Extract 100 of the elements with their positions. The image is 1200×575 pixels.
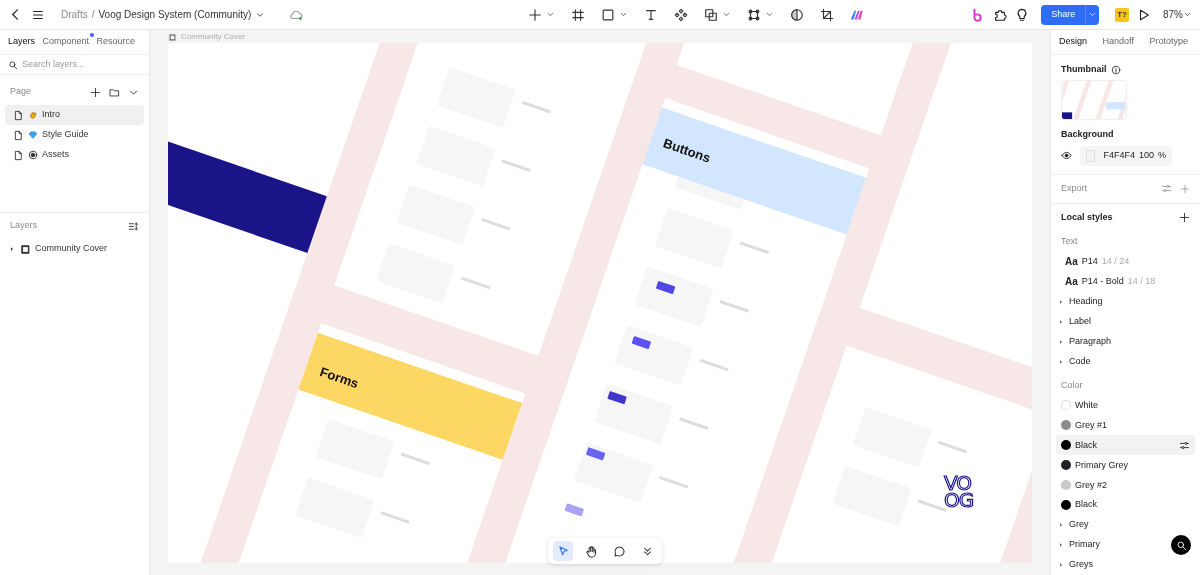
color-style-item[interactable]: Grey #2 [1056,475,1195,496]
type-sample: Aa [1065,255,1078,270]
color-style-item[interactable]: Primary Grey [1056,455,1195,476]
opacity-unit: % [1158,149,1166,163]
rectangle-tool-icon[interactable] [601,7,616,22]
group-name: Heading [1069,294,1103,308]
info-icon[interactable] [1110,64,1121,75]
color-name: Black [1075,438,1097,452]
page-icon [13,149,24,161]
style-group[interactable]: Grey [1051,515,1200,536]
page-icon [13,129,24,141]
style-group[interactable]: Greys [1051,555,1200,575]
panel-tab[interactable]: Layers [8,35,35,49]
page-item[interactable]: Intro [5,105,144,125]
component-tool-icon[interactable] [674,7,689,22]
button-preview [585,447,606,461]
group-name: Greys [1069,558,1093,572]
comment-tool-icon [612,544,626,558]
panel-tab[interactable]: Prototype [1149,35,1188,49]
caret-icon[interactable] [722,10,732,19]
group-name: Label [1069,314,1092,328]
search-button[interactable] [1171,535,1191,555]
puzzle-icon[interactable] [993,7,1008,22]
file-name[interactable]: Voog Design System (Community) [98,7,252,22]
share-options-button[interactable] [1085,4,1100,25]
pointer-tool-icon [556,544,570,558]
style-group[interactable]: Heading [1051,291,1200,312]
boolean-tool-icon[interactable] [704,7,719,22]
page-item[interactable]: Style Guide [5,125,144,145]
layer-name: Community Cover [35,242,108,256]
share-button[interactable]: Share [1041,4,1086,25]
add-tool-icon[interactable] [528,7,543,22]
style-group[interactable]: Label [1051,311,1200,332]
style-name: P14 - Bold [1081,274,1124,288]
page-heading: Forms [318,364,361,392]
caret-icon[interactable] [765,10,775,19]
page-name: Intro [42,108,60,122]
color-style-item[interactable]: Black [1056,435,1195,456]
visibility-icon[interactable] [1061,150,1072,162]
add-page-icon[interactable] [90,86,101,98]
frame-label: Community Cover [181,31,245,43]
group-name: Primary [1069,538,1100,552]
text-style-item[interactable]: Aa P14 - Bold 14 / 18 [1051,271,1200,292]
caret-icon[interactable] [546,10,556,19]
section-title: Color [1061,378,1083,392]
color-style-item[interactable]: Grey #1 [1056,415,1195,436]
style-group[interactable]: Primary [1051,535,1200,556]
bulb-icon[interactable] [1015,7,1030,22]
color-swatch[interactable] [1086,149,1096,162]
breadcrumb-link[interactable]: Drafts [61,7,88,22]
button-preview [564,503,585,517]
button-preview [607,391,627,405]
color-style-item[interactable]: Black [1056,495,1195,516]
style-group[interactable]: Paragraph [1051,331,1200,352]
layer-item[interactable]: Community Cover [5,239,144,259]
logo: VO OG [944,471,974,512]
hex-value: F4F4F4 [1103,149,1135,163]
section-title: Page [10,85,32,99]
color-style-item[interactable]: White [1056,395,1195,416]
panel-tab[interactable]: Handoff [1102,35,1134,49]
caret-icon[interactable] [619,10,629,19]
panel-tab[interactable]: Component [42,35,89,49]
text-style-item[interactable]: Aa P14 14 / 24 [1051,251,1200,272]
color-name: Grey #2 [1075,478,1107,492]
folder-icon[interactable] [109,86,120,98]
crop-tool-icon[interactable] [820,7,835,22]
panel-tab[interactable]: Design [1059,35,1087,49]
add-icon[interactable] [1179,212,1190,224]
section-title: Background [1061,129,1114,140]
section-title: Thumbnail [1061,62,1107,76]
gem-icon [28,130,38,140]
settings-icon[interactable] [1179,439,1190,451]
waving-hand-icon [28,110,38,120]
background-color-field[interactable]: F4F4F4 100 % [1080,145,1172,166]
opacity-value: 100 [1138,149,1154,163]
style-metrics: 14 / 24 [1101,255,1130,268]
zoom-level[interactable]: 87% [1163,7,1183,22]
mask-tool-icon[interactable] [790,7,805,22]
sort-icon[interactable] [128,220,139,232]
panel-tab[interactable]: Resource [96,35,135,49]
missing-font-badge[interactable]: T? [1115,7,1129,22]
thumbnail-preview[interactable] [1061,80,1127,121]
grid-tool-icon[interactable] [747,7,762,22]
caret-icon[interactable] [1183,10,1192,19]
group-name: Paragraph [1069,334,1112,348]
pointer-tool-button[interactable] [553,541,573,561]
play-icon[interactable] [1137,7,1151,22]
group-name: Code [1069,354,1091,368]
style-group[interactable]: Code [1051,351,1200,372]
type-sample: Aa [1065,275,1078,290]
text-tool-icon[interactable] [644,7,659,22]
frame-tool-icon[interactable] [571,7,586,22]
page-item[interactable]: Assets [5,145,144,165]
page-name: Style Guide [42,128,89,142]
search-icon [8,59,18,70]
color-name: Grey #1 [1075,418,1107,432]
breadcrumb-separator: / [91,8,95,22]
section-title: Local styles [1061,211,1113,225]
color-name: White [1075,398,1098,412]
search-field[interactable]: Search layers... [22,57,132,72]
